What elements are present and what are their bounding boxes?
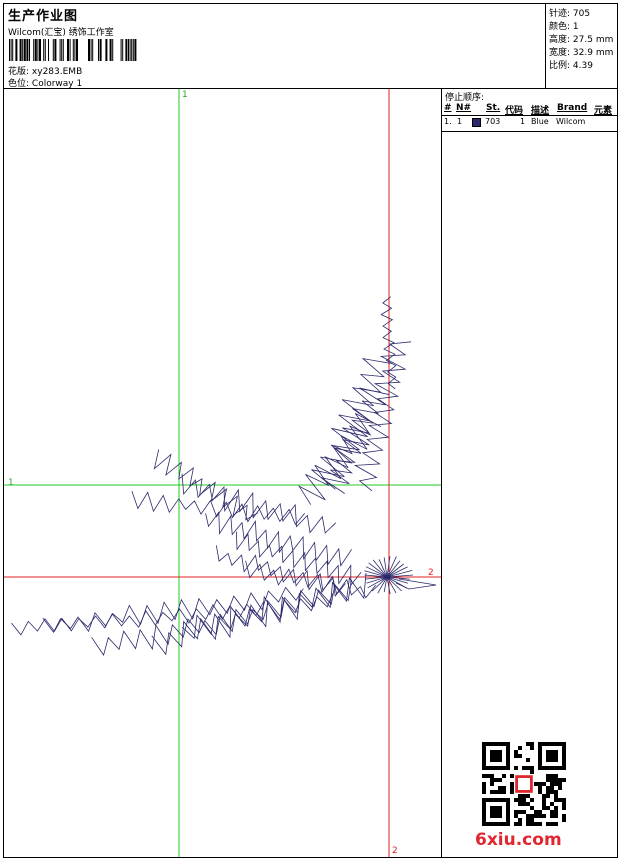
row-n: 1 [457, 117, 463, 126]
green-horizontal-label: 1 [8, 478, 14, 488]
stat-colors: 颜色: 1 [549, 22, 579, 32]
col-element: 元素 [594, 106, 613, 116]
stat-scale: 比例: 4.39 [549, 61, 593, 71]
thread-swatch [472, 118, 481, 127]
watermark-logo: 6xiu.com [475, 830, 562, 850]
row-index: 1. [444, 117, 452, 126]
sheet-header: 生产作业图 Wilcom(汇宝) 绣饰工作室 花版: xy283.EMB 色位:… [4, 4, 617, 89]
row-st: 703 [485, 117, 501, 126]
row-brand: Wilcom [556, 117, 586, 126]
green-vertical-label: 1 [182, 90, 188, 100]
qr-code [482, 742, 566, 826]
barcode [9, 39, 137, 61]
bird-embroidery [11, 296, 437, 656]
stat-height: 高度: 27.5 mm [549, 35, 614, 45]
col-n: N# [456, 103, 472, 113]
table-row[interactable]: 1. 1 703 1 Blue Wilcom [442, 117, 618, 129]
row-code: 1 [520, 117, 526, 126]
colorway-value: Colorway 1 [31, 79, 83, 89]
col-code: 代码 [505, 106, 524, 116]
table-header-row: # N# St. 代码 描述 Brand 元素 [442, 103, 618, 116]
col-desc: 描述 [531, 106, 550, 116]
design-canvas[interactable]: 1 1 2 2 [4, 89, 441, 857]
col-index: # [444, 103, 452, 113]
col-brand: Brand [557, 103, 588, 113]
stats-panel: 针迹: 705 颜色: 1 高度: 27.5 mm 宽度: 32.9 mm 比例… [545, 4, 617, 89]
colorway: 色位: Colorway 1 [8, 76, 82, 89]
col-st: St. [486, 103, 501, 113]
stop-sequence-table: # N# St. 代码 描述 Brand 元素 1. 1 703 1 Blue … [442, 101, 618, 132]
production-sheet: 生产作业图 Wilcom(汇宝) 绣饰工作室 花版: xy283.EMB 色位:… [3, 3, 618, 858]
colorway-label: 色位: [8, 79, 30, 89]
stat-width: 宽度: 32.9 mm [549, 48, 614, 58]
row-desc: Blue [531, 117, 549, 126]
red-vertical-label: 2 [392, 846, 398, 856]
red-horizontal-label: 2 [428, 568, 434, 578]
stop-sequence-panel: 停止顺序: # N# St. 代码 描述 Brand 元素 1. 1 703 1… [441, 89, 618, 857]
stat-stitches: 针迹: 705 [549, 9, 591, 19]
sheet-title: 生产作业图 [8, 9, 79, 24]
design-preview [4, 89, 441, 857]
studio-name: Wilcom(汇宝) 绣饰工作室 [8, 28, 114, 38]
